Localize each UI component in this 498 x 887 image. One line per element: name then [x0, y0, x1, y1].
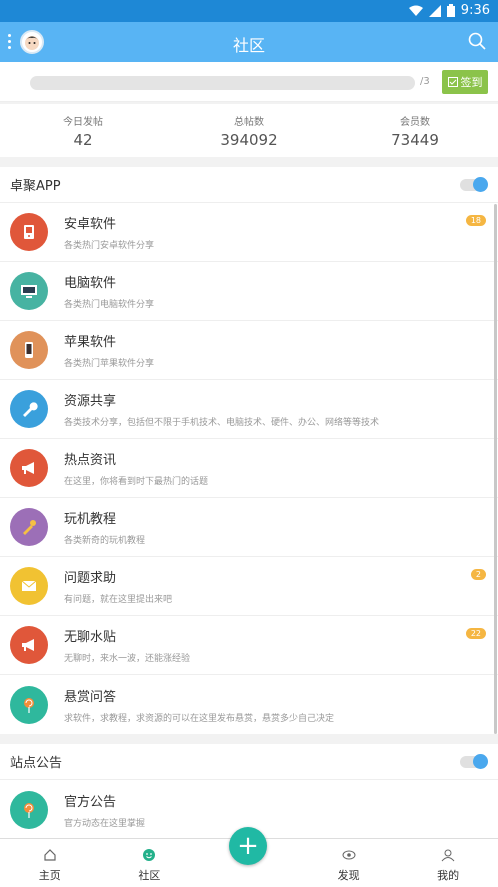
- forum-description: 求软件，求教程，求资源的可以在这里发布悬赏，悬赏多少自己决定: [64, 713, 335, 724]
- forum-row[interactable]: 无聊水贴无聊时，来水一波，还能涨经验 22: [0, 616, 498, 675]
- collapse-toggle[interactable]: [460, 176, 488, 192]
- megaphone-icon: [10, 626, 48, 664]
- stat-members: 会员数 73449: [332, 104, 498, 157]
- forum-name: 苹果软件: [64, 335, 117, 350]
- stat-label: 总帖数: [234, 117, 264, 128]
- forum-row-text: 官方公告官方动态在这里掌握: [64, 791, 145, 829]
- discover-icon: [342, 850, 356, 860]
- forum-row-text: 热点资讯在这里，你将看到时下最热门的话题: [64, 449, 208, 487]
- envelope-icon: [10, 567, 48, 605]
- android-phone-icon: [10, 213, 48, 251]
- forum-name: 热点资讯: [64, 453, 117, 468]
- stat-value: 73449: [391, 131, 439, 149]
- forum-row[interactable]: 资源共享各类技术分享，包括但不限于手机技术、电脑技术、硬件、办公、网络等等技术: [0, 380, 498, 439]
- forum-description: 无聊时，来水一波，还能涨经验: [64, 654, 191, 664]
- forum-name: 玩机教程: [64, 512, 117, 527]
- section-header[interactable]: 卓聚APP: [0, 167, 498, 203]
- forum-row-text: 玩机教程各类新奇的玩机教程: [64, 508, 145, 546]
- checkbox-icon: [447, 77, 458, 87]
- tab-label: 我的: [437, 869, 460, 882]
- scrollbar[interactable]: [494, 204, 497, 734]
- forum-description: 各类热门安卓软件分享: [64, 241, 155, 251]
- search-icon[interactable]: [468, 32, 486, 50]
- stat-value: 394092: [220, 131, 278, 149]
- forum-row[interactable]: 苹果软件各类热门苹果软件分享: [0, 321, 498, 380]
- forum-name: 资源共享: [64, 394, 117, 409]
- tools-icon: [10, 508, 48, 546]
- forum-row-text: 苹果软件各类热门苹果软件分享: [64, 331, 154, 369]
- new-post-button[interactable]: +: [229, 827, 267, 865]
- unread-badge: 2: [470, 569, 486, 580]
- stat-today-posts: 今日发帖 42: [0, 104, 166, 157]
- tab-home[interactable]: 主页: [0, 839, 100, 887]
- forum-name: 官方公告: [64, 794, 117, 810]
- signin-progress-text: /3: [420, 76, 430, 87]
- tab-label: 社区: [138, 869, 161, 882]
- stat-label: 会员数: [400, 117, 430, 128]
- plus-icon: +: [237, 831, 259, 861]
- forum-section-notice: 站点公告 官方公告官方动态在这里掌握: [0, 744, 498, 839]
- forum-section-app: 卓聚APP 安卓软件各类热门安卓软件分享 18 电脑软件各类热门电脑软件分享苹果软件…: [0, 167, 498, 734]
- forum-name: 电脑软件: [64, 276, 117, 291]
- forum-row[interactable]: 玩机教程各类新奇的玩机教程: [0, 498, 498, 557]
- forum-description: 各类热门电脑软件分享: [64, 300, 155, 310]
- section-title: 卓聚APP: [10, 179, 61, 194]
- collapse-toggle[interactable]: [460, 753, 488, 769]
- signin-bar: /3 签到: [0, 62, 498, 102]
- forum-description: 各类热门苹果软件分享: [64, 359, 155, 369]
- forum-row-text: 悬赏问答求软件，求教程，求资源的可以在这里发布悬赏，悬赏多少自己决定: [64, 686, 334, 724]
- stat-total-posts: 总帖数 394092: [166, 104, 332, 157]
- forum-name: 问题求助: [64, 571, 117, 586]
- tab-discover[interactable]: 发现: [299, 839, 399, 887]
- forum-name: 悬赏问答: [64, 689, 117, 705]
- status-bar: 9:36: [0, 0, 498, 22]
- signin-button[interactable]: 签到: [442, 70, 488, 94]
- lollipop-icon: [10, 790, 48, 829]
- app-bar: 社区: [0, 22, 498, 62]
- stat-label: 今日发帖: [63, 117, 103, 128]
- forum-row-text: 无聊水贴无聊时，来水一波，还能涨经验: [64, 626, 190, 664]
- forum-row[interactable]: 热点资讯在这里，你将看到时下最热门的话题: [0, 439, 498, 498]
- forum-name: 安卓软件: [64, 217, 117, 232]
- iphone-icon: [10, 331, 48, 369]
- community-icon: [143, 849, 156, 861]
- forum-description: 有问题，就在这里提出来吧: [64, 595, 173, 605]
- forum-row-text: 安卓软件各类热门安卓软件分享: [64, 213, 154, 251]
- forum-description: 各类新奇的玩机教程: [64, 536, 146, 546]
- forum-row[interactable]: 安卓软件各类热门安卓软件分享 18: [0, 203, 498, 262]
- tab-community[interactable]: 社区: [100, 839, 200, 887]
- tab-label: 主页: [38, 869, 61, 882]
- wrench-icon: [10, 390, 48, 428]
- forum-row[interactable]: 问题求助有问题，就在这里提出来吧 2: [0, 557, 498, 616]
- wifi-icon: [408, 5, 423, 16]
- tab-label: 发现: [337, 869, 360, 882]
- section-title: 站点公告: [10, 756, 63, 771]
- forum-row[interactable]: 悬赏问答求软件，求教程，求资源的可以在这里发布悬赏，悬赏多少自己决定: [0, 675, 498, 734]
- page-title: 社区: [232, 36, 265, 55]
- section-header[interactable]: 站点公告: [0, 744, 498, 780]
- forum-description: 在这里，你将看到时下最热门的话题: [64, 477, 209, 487]
- lollipop-icon: [10, 685, 48, 724]
- unread-badge: 18: [465, 215, 486, 226]
- forum-row-text: 资源共享各类技术分享，包括但不限于手机技术、电脑技术、硬件、办公、网络等等技术: [64, 390, 379, 428]
- signin-button-label: 签到: [460, 76, 483, 89]
- signal-icon: [428, 4, 441, 17]
- forum-description: 官方动态在这里掌握: [64, 818, 146, 829]
- profile-icon: [441, 849, 455, 862]
- forum-row[interactable]: 电脑软件各类热门电脑软件分享: [0, 262, 498, 321]
- forum-row-text: 问题求助有问题，就在这里提出来吧: [64, 567, 172, 605]
- home-icon: [44, 849, 56, 861]
- signin-progress-track: [30, 76, 415, 90]
- forum-name: 无聊水贴: [64, 630, 117, 645]
- battery-icon: [446, 4, 455, 17]
- unread-badge: 22: [465, 628, 486, 639]
- forum-description: 各类技术分享，包括但不限于手机技术、电脑技术、硬件、办公、网络等等技术: [64, 418, 380, 428]
- tab-profile[interactable]: 我的: [398, 839, 498, 887]
- stats-panel: 今日发帖 42 总帖数 394092 会员数 73449: [0, 104, 498, 157]
- megaphone-icon: [10, 449, 48, 487]
- monitor-icon: [10, 272, 48, 310]
- forum-row-text: 电脑软件各类热门电脑软件分享: [64, 272, 154, 310]
- stat-value: 42: [73, 131, 93, 149]
- status-time: 9:36: [460, 3, 490, 18]
